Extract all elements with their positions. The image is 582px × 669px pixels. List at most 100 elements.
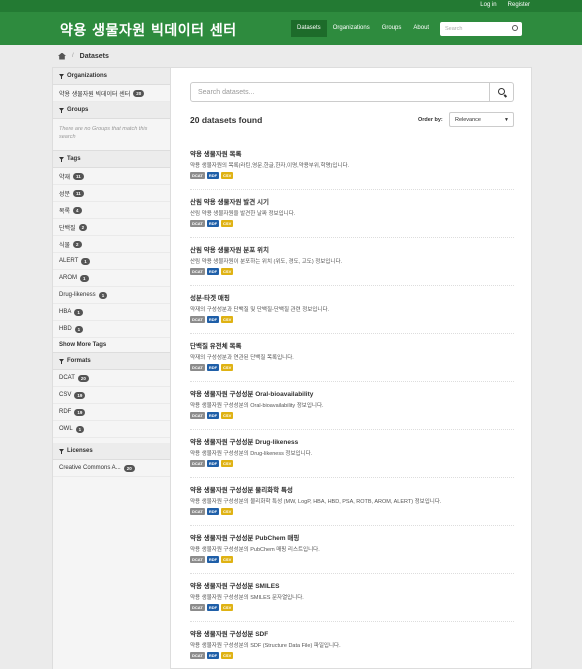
- dataset-title-link[interactable]: 약용 생물자원 구성성분 물리화학 특성: [190, 484, 514, 494]
- format-badge-rdf[interactable]: RDF: [206, 364, 220, 371]
- count-badge: 1: [74, 325, 84, 333]
- formats-facet-header: Formats: [53, 353, 170, 370]
- dataset-title-link[interactable]: 약용 생물자원 구성성분 Oral-bioavailability: [190, 388, 514, 398]
- nav-item-organizations[interactable]: Organizations: [327, 20, 376, 37]
- format-badge-csv[interactable]: CSV: [221, 268, 234, 275]
- format-badge-rdf[interactable]: RDF: [206, 460, 220, 467]
- format-badge-csv[interactable]: CSV: [221, 556, 234, 563]
- filter-icon: [59, 74, 64, 79]
- format-badge-rdf[interactable]: RDF: [206, 604, 220, 611]
- show-more-tags-link[interactable]: Show More Tags: [53, 338, 170, 353]
- format-badges: DCAT RDF CSV: [190, 508, 514, 515]
- home-icon[interactable]: [58, 52, 66, 60]
- format-badge-dcat[interactable]: DCAT: [190, 412, 205, 419]
- nav-item-groups[interactable]: Groups: [376, 20, 408, 37]
- facet-item[interactable]: ALERT 1: [53, 253, 170, 270]
- format-badge-csv[interactable]: CSV: [221, 172, 234, 179]
- count-badge: 4: [73, 206, 82, 214]
- format-badge-csv[interactable]: CSV: [221, 460, 234, 467]
- dataset-title-link[interactable]: 산림 약용 생물자원 발견 시기: [190, 196, 514, 206]
- tags-facet-header: Tags: [53, 151, 170, 168]
- facet-item[interactable]: CSV 19: [53, 387, 170, 404]
- facet-item-label: ALERT: [59, 258, 79, 264]
- format-badge-csv[interactable]: CSV: [221, 220, 234, 227]
- search-icon: [498, 88, 505, 95]
- dataset-title-link[interactable]: 약용 생물자원 구성성분 SMILES: [190, 580, 514, 590]
- format-badge-dcat[interactable]: DCAT: [190, 316, 205, 323]
- login-link[interactable]: Log in: [480, 2, 496, 8]
- facet-item-label: 식물: [59, 242, 71, 249]
- count-badge: 2: [73, 240, 82, 248]
- count-badge: 1: [75, 425, 85, 433]
- facet-item-label: 약재: [59, 174, 71, 181]
- format-badges: DCAT RDF CSV: [190, 604, 514, 611]
- facet-item[interactable]: HBD 1: [53, 321, 170, 338]
- dataset-item: 약용 생물자원 구성성분 PubChem 매핑 약용 생물자원 구성성분의 Pub…: [190, 526, 514, 574]
- format-badge-dcat[interactable]: DCAT: [190, 652, 205, 659]
- facet-item[interactable]: 약용 생물자원 빅데이터 센터 20: [53, 85, 170, 102]
- facet-item-label: DCAT: [59, 375, 75, 381]
- dataset-title-link[interactable]: 단백질 유전체 목록: [190, 340, 514, 350]
- format-badge-rdf[interactable]: RDF: [206, 220, 220, 227]
- format-badge-csv[interactable]: CSV: [221, 652, 234, 659]
- facet-item[interactable]: HBA 1: [53, 304, 170, 321]
- dataset-title-link[interactable]: 약용 생물자원 구성성분 SDF: [190, 628, 514, 638]
- format-badges: DCAT RDF CSV: [190, 316, 514, 323]
- format-badge-dcat[interactable]: DCAT: [190, 556, 205, 563]
- dataset-title-link[interactable]: 산림 약용 생물자원 분포 위치: [190, 244, 514, 254]
- dataset-title-link[interactable]: 약용 생물자원 목록: [190, 148, 514, 158]
- nav-item-about[interactable]: About: [407, 20, 435, 37]
- format-badge-rdf[interactable]: RDF: [206, 508, 220, 515]
- format-badge-dcat[interactable]: DCAT: [190, 364, 205, 371]
- dataset-search-input[interactable]: Search datasets...: [190, 82, 490, 102]
- facet-item[interactable]: OWL 1: [53, 421, 170, 438]
- format-badge-rdf[interactable]: RDF: [206, 652, 220, 659]
- filter-icon: [59, 157, 64, 162]
- facet-title: Tags: [67, 156, 81, 162]
- breadcrumb-current[interactable]: Datasets: [80, 53, 109, 60]
- format-badge-csv[interactable]: CSV: [221, 316, 234, 323]
- format-badge-csv[interactable]: CSV: [221, 364, 234, 371]
- format-badge-csv[interactable]: CSV: [221, 412, 234, 419]
- facet-item[interactable]: DCAT 20: [53, 370, 170, 387]
- facet-item[interactable]: Drug-likeness 1: [53, 287, 170, 304]
- facet-item[interactable]: 식물 2: [53, 236, 170, 253]
- format-badge-rdf[interactable]: RDF: [206, 316, 220, 323]
- header-search-input[interactable]: Search: [440, 22, 522, 36]
- licenses-facet-header: Licenses: [53, 443, 170, 460]
- facet-item[interactable]: 약재 11: [53, 168, 170, 185]
- format-badge-rdf[interactable]: RDF: [206, 412, 220, 419]
- results-panel: Search datasets... 20 datasets found Ord…: [171, 68, 533, 669]
- facet-item[interactable]: 목록 4: [53, 202, 170, 219]
- facet-item[interactable]: 성분 11: [53, 185, 170, 202]
- search-icon[interactable]: [512, 25, 518, 31]
- format-badge-dcat[interactable]: DCAT: [190, 460, 205, 467]
- filter-icon: [59, 108, 64, 113]
- format-badge-dcat[interactable]: DCAT: [190, 220, 205, 227]
- format-badge-dcat[interactable]: DCAT: [190, 172, 205, 179]
- order-by-select[interactable]: Relevance ▼: [449, 112, 514, 127]
- dataset-title-link[interactable]: 약용 생물자원 구성성분 Drug-likeness: [190, 436, 514, 446]
- format-badge-dcat[interactable]: DCAT: [190, 508, 205, 515]
- facet-item[interactable]: RDF 19: [53, 404, 170, 421]
- format-badge-csv[interactable]: CSV: [221, 508, 234, 515]
- facet-item[interactable]: 단백질 2: [53, 219, 170, 236]
- format-badge-rdf[interactable]: RDF: [206, 172, 220, 179]
- format-badge-dcat[interactable]: DCAT: [190, 604, 205, 611]
- order-by-value: Relevance: [455, 117, 481, 123]
- dataset-title-link[interactable]: 성분-타겟 매핑: [190, 292, 514, 302]
- facet-item[interactable]: AROM 1: [53, 270, 170, 287]
- search-submit-button[interactable]: [490, 82, 514, 102]
- format-badge-dcat[interactable]: DCAT: [190, 268, 205, 275]
- dataset-search-form: Search datasets...: [190, 82, 514, 102]
- nav-item-datasets[interactable]: Datasets: [291, 20, 327, 37]
- format-badge-rdf[interactable]: RDF: [206, 556, 220, 563]
- site-title[interactable]: 약용 생물자원 빅데이터 센터: [60, 20, 237, 40]
- format-badge-rdf[interactable]: RDF: [206, 268, 220, 275]
- register-link[interactable]: Register: [508, 2, 530, 8]
- dataset-title-link[interactable]: 약용 생물자원 구성성분 PubChem 매핑: [190, 532, 514, 542]
- facet-item[interactable]: Creative Commons A... 20: [53, 460, 170, 477]
- facet-item-label: 목록: [59, 208, 71, 215]
- count-badge: 1: [74, 308, 83, 316]
- format-badge-csv[interactable]: CSV: [221, 604, 234, 611]
